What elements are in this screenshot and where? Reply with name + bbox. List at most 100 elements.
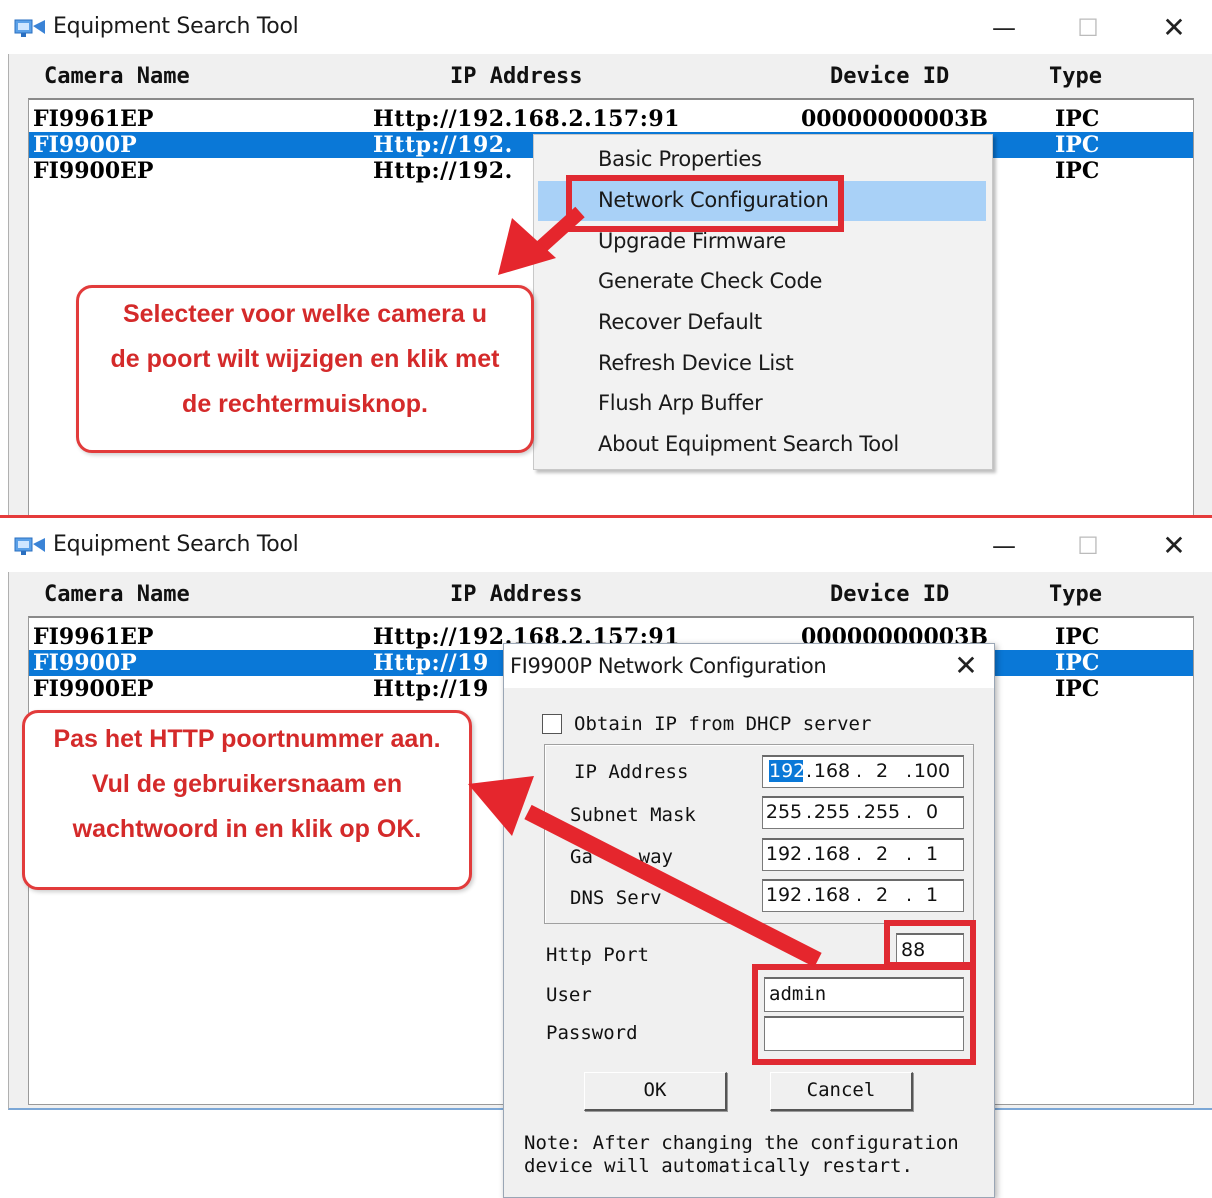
octet-separator: . [905, 843, 913, 865]
ip-octet-1: 192 [769, 760, 806, 782]
dns-server-label: DNS Serv [570, 887, 662, 909]
instruction-callout-top: Selecteer voor welke camera u de poort w… [76, 285, 534, 453]
ip-octet-3: 2 [875, 760, 889, 782]
table-row[interactable]: FI9961EP Http://192.168.2.157:91 0000000… [29, 106, 1193, 132]
camera-type: IPC [1055, 676, 1100, 702]
octet-separator: . [805, 760, 813, 782]
column-header-ip-address[interactable]: IP Address [450, 64, 582, 89]
ip-octet-4: 100 [913, 760, 951, 782]
dns-server-field[interactable]: 192 . 168 . 2 . 1 [762, 879, 964, 912]
callout-line: de rechtermuisknop. [182, 390, 428, 418]
dns-octet-3: 2 [875, 884, 889, 906]
column-header-type[interactable]: Type [1049, 582, 1102, 607]
minimize-button[interactable]: — [980, 10, 1028, 46]
ok-button[interactable]: OK [584, 1072, 727, 1111]
menu-item-label: Upgrade Firmware [598, 229, 786, 253]
subnet-mask-field[interactable]: 255 . 255 . 255 . 0 [762, 796, 964, 829]
dns-octet-4: 1 [925, 884, 939, 906]
menu-item-about[interactable]: About Equipment Search Tool [534, 425, 992, 465]
camera-type: IPC [1055, 106, 1100, 132]
maximize-button[interactable]: ☐ [1064, 528, 1112, 564]
http-port-label: Http Port [546, 944, 649, 966]
octet-separator: . [855, 801, 863, 823]
octet-separator: . [905, 884, 913, 906]
title-bar: Equipment Search Tool — ☐ ✕ [0, 518, 1212, 572]
minimize-button[interactable]: — [980, 528, 1028, 564]
user-label: User [546, 984, 592, 1006]
callout-line: Selecteer voor welke camera u [122, 300, 488, 328]
camera-name: FI9900P [33, 132, 137, 158]
callout-line: Pas het HTTP poortnummer aan. [53, 725, 441, 753]
dns-octet-2: 168 [813, 884, 851, 906]
ip-octet-2: 168 [813, 760, 851, 782]
note-line: Note: After changing the configuration [524, 1132, 959, 1154]
close-button[interactable]: ✕ [1150, 528, 1198, 564]
callout-line: de poort wilt wijzigen en klik met [110, 345, 500, 373]
column-header-type[interactable]: Type [1049, 64, 1102, 89]
dialog-title-bar: FI9900P Network Configuration ✕ [504, 644, 994, 688]
gateway-field[interactable]: 192 . 168 . 2 . 1 [762, 838, 964, 871]
camera-ip: Http://19 [373, 676, 489, 702]
octet-separator: . [805, 884, 813, 906]
octet-separator: . [855, 884, 863, 906]
menu-item-recover-default[interactable]: Recover Default [534, 303, 992, 343]
dhcp-checkbox[interactable] [542, 714, 562, 734]
ip-address-label: IP Address [574, 761, 689, 783]
menu-item-label: Flush Arp Buffer [598, 391, 763, 415]
menu-item-label: Refresh Device List [598, 351, 794, 375]
camera-name: FI9900EP [33, 158, 154, 184]
camera-device-id: 00000000003B [801, 106, 988, 132]
camera-type: IPC [1055, 650, 1100, 676]
gateway-label: Ga way [570, 846, 673, 868]
highlight-box-http-port [884, 920, 976, 968]
password-label: Password [546, 1022, 638, 1044]
column-header-camera-name[interactable]: Camera Name [44, 64, 190, 89]
camera-ip: Http://192. [373, 132, 513, 158]
menu-item-generate-check-code[interactable]: Generate Check Code [534, 262, 992, 302]
column-header-device-id[interactable]: Device ID [830, 64, 949, 89]
camera-ip: Http://192.168.2.157:91 [373, 106, 680, 132]
camera-type: IPC [1055, 624, 1100, 650]
dialog-close-button[interactable]: ✕ [948, 648, 984, 684]
camera-name: FI9900P [33, 650, 137, 676]
dns-octet-1: 192 [765, 884, 803, 906]
column-header-device-id[interactable]: Device ID [830, 582, 949, 607]
column-header-camera-name[interactable]: Camera Name [44, 582, 190, 607]
app-icon [14, 537, 45, 555]
menu-item-label: Recover Default [598, 310, 762, 334]
menu-item-label: Generate Check Code [598, 269, 823, 293]
octet-separator: . [805, 801, 813, 823]
window-title: Equipment Search Tool [53, 14, 299, 39]
title-bar: Equipment Search Tool — ☐ ✕ [0, 0, 1212, 54]
gateway-octet-4: 1 [925, 843, 939, 865]
highlight-box-network-configuration [566, 175, 844, 232]
camera-type: IPC [1055, 132, 1100, 158]
ip-address-field[interactable]: 192 . 168 . 2 . 100 [762, 755, 964, 788]
instruction-callout-bottom: Pas het HTTP poortnummer aan. Vul de geb… [22, 710, 472, 890]
subnet-octet-1: 255 [765, 801, 803, 823]
callout-line: wachtwoord in en klik op OK. [72, 815, 422, 843]
callout-line: Vul de gebruikersnaam en [91, 770, 403, 798]
highlight-box-credentials [752, 964, 976, 1065]
octet-separator: . [855, 843, 863, 865]
close-button[interactable]: ✕ [1150, 10, 1198, 46]
cancel-button[interactable]: Cancel [770, 1072, 913, 1111]
octet-separator: . [805, 843, 813, 865]
camera-name: FI9961EP [33, 106, 154, 132]
menu-item-label: About Equipment Search Tool [598, 432, 899, 456]
octet-separator: . [855, 760, 863, 782]
camera-name: FI9900EP [33, 676, 154, 702]
menu-item-refresh-device-list[interactable]: Refresh Device List [534, 344, 992, 384]
octet-separator: . [905, 760, 913, 782]
app-icon [14, 19, 45, 37]
menu-item-flush-arp-buffer[interactable]: Flush Arp Buffer [534, 384, 992, 424]
subnet-octet-2: 255 [813, 801, 851, 823]
subnet-octet-3: 255 [863, 801, 901, 823]
window-title: Equipment Search Tool [53, 532, 299, 557]
note-line: device will automatically restart. [524, 1155, 913, 1177]
camera-name: FI9961EP [33, 624, 154, 650]
maximize-button[interactable]: ☐ [1064, 10, 1112, 46]
gateway-octet-2: 168 [813, 843, 851, 865]
column-header-ip-address[interactable]: IP Address [450, 582, 582, 607]
menu-item-basic-properties[interactable]: Basic Properties [534, 140, 992, 180]
